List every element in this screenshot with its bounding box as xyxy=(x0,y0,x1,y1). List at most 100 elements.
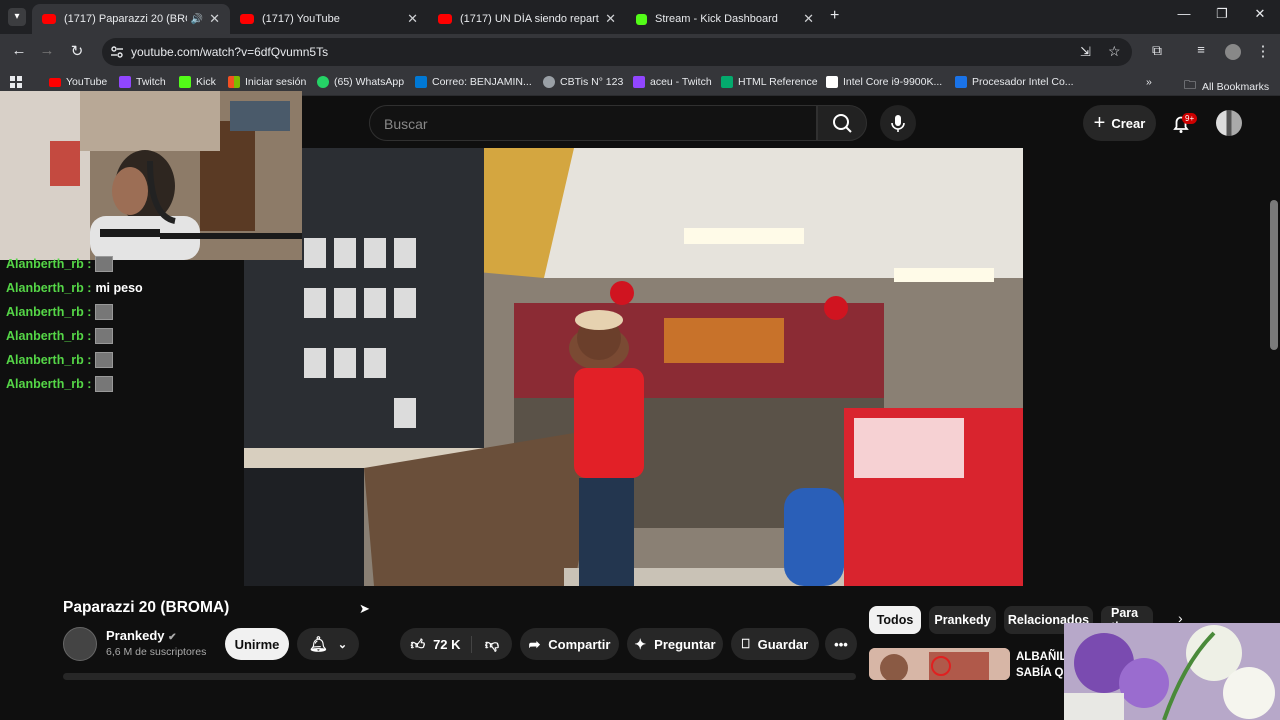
flower-overlay-image xyxy=(1064,623,1280,720)
video-frame-store-scene xyxy=(244,148,1023,586)
all-bookmarks[interactable]: 🗀 All Bookmarks xyxy=(1184,76,1269,97)
chat-emote xyxy=(95,256,114,272)
amazon-icon xyxy=(826,76,838,88)
folder-icon: 🗀 xyxy=(1184,78,1197,92)
tab-title: (1717) UN DÍA siendo repartido xyxy=(460,13,600,25)
url-text: youtube.com/watch?v=6dfQvumn5Ts xyxy=(131,45,329,59)
search-button[interactable] xyxy=(817,105,867,141)
tab-youtube[interactable]: (1717) YouTube ✕ xyxy=(230,4,428,34)
create-label: Crear xyxy=(1111,115,1146,131)
more-bookmarks-icon[interactable]: » xyxy=(1146,76,1152,88)
more-horizontal-icon: ••• xyxy=(834,636,848,652)
stream-chat: Alanberth_rb : Alanberth_rb : mi peso Ala… xyxy=(0,252,244,396)
chat-username[interactable]: Alanberth_rb : xyxy=(6,353,91,367)
bookmark-kick[interactable]: Kick xyxy=(179,76,216,88)
speaker-icon[interactable]: 🔊 xyxy=(191,14,203,25)
dislike-button[interactable]: 👎︎ xyxy=(472,636,512,653)
bookmark-html-reference[interactable]: HTML Reference xyxy=(721,76,818,88)
chat-emote xyxy=(95,376,114,392)
more-actions-button[interactable]: ••• xyxy=(825,628,857,660)
bookmark-aceu[interactable]: aceu - Twitch xyxy=(633,76,712,88)
bookmark-label: CBTis N° 123 xyxy=(560,76,624,88)
save-button[interactable]: ⎕ Guardar xyxy=(731,628,819,660)
search-placeholder: Buscar xyxy=(384,116,428,132)
bookmark-login[interactable]: Iniciar sesión xyxy=(228,76,306,88)
bookmark-procesador[interactable]: Procesador Intel Co... xyxy=(955,76,1074,88)
chat-username[interactable]: Alanberth_rb : xyxy=(6,257,91,271)
kick-icon xyxy=(179,76,191,88)
search-input[interactable]: Buscar xyxy=(369,105,817,141)
close-tab-icon[interactable]: ✕ xyxy=(803,11,814,27)
create-button[interactable]: + Crear xyxy=(1083,105,1156,141)
apps-grid-icon[interactable] xyxy=(10,76,22,88)
tab-paparazzi[interactable]: (1717) Paparazzi 20 (BROMA 🔊 ✕ xyxy=(32,4,230,34)
close-window-icon[interactable]: ✕ xyxy=(1242,6,1278,22)
chat-message: Alanberth_rb : xyxy=(0,300,244,324)
bookmark-label: (65) WhatsApp xyxy=(334,76,405,88)
channel-name[interactable]: Prankedy ✔ xyxy=(106,628,177,643)
like-button[interactable]: 👍︎ 72 K xyxy=(400,635,472,653)
tab-title: Stream - Kick Dashboard xyxy=(655,13,778,25)
chat-username[interactable]: Alanberth_rb : xyxy=(6,329,91,343)
extensions-icon[interactable]: ⧉ xyxy=(1146,42,1168,59)
media-control-icon[interactable]: ≡ xyxy=(1190,42,1212,57)
bookmark-cbtis[interactable]: CBTis N° 123 xyxy=(543,76,623,88)
subscriber-count: 6,6 M de suscriptores xyxy=(106,646,207,658)
bookmark-label: aceu - Twitch xyxy=(650,76,712,88)
bookmark-star-icon[interactable]: ☆ xyxy=(1108,43,1121,60)
close-tab-icon[interactable]: ✕ xyxy=(605,11,616,27)
chip-todos[interactable]: Todos xyxy=(869,606,921,634)
bookmark-mail[interactable]: Correo: BENJAMIN... xyxy=(415,76,532,88)
close-tab-icon[interactable]: ✕ xyxy=(209,11,220,27)
share-button[interactable]: ➦ Compartir xyxy=(520,628,619,660)
menu-icon[interactable]: ⋮ xyxy=(1252,42,1274,60)
w3schools-icon xyxy=(721,76,733,88)
bookmark-youtube[interactable]: YouTube xyxy=(49,76,107,88)
install-app-icon[interactable]: ⇲ xyxy=(1080,44,1091,60)
video-title: Paparazzi 20 (BROMA) xyxy=(63,599,230,616)
channel-avatar[interactable] xyxy=(63,627,97,661)
chip-prankedy[interactable]: Prankedy xyxy=(929,606,996,634)
profile-avatar[interactable] xyxy=(1225,44,1241,60)
chat-message: Alanberth_rb : xyxy=(0,372,244,396)
chat-emote xyxy=(95,304,114,320)
new-tab-icon[interactable]: + xyxy=(830,7,839,25)
close-tab-icon[interactable]: ✕ xyxy=(407,11,418,27)
thumbs-up-icon: 👍︎ xyxy=(410,635,426,652)
bookmark-intel-core[interactable]: Intel Core i9-9900K... xyxy=(826,76,942,88)
subscription-notifications-button[interactable]: 🔔︎ ⌄ xyxy=(297,628,359,660)
site-info-icon[interactable] xyxy=(110,45,124,59)
address-bar[interactable]: youtube.com/watch?v=6dfQvumn5Ts ⇲ ☆ xyxy=(102,38,1132,66)
tab-un-dia[interactable]: (1717) UN DÍA siendo repartido ✕ xyxy=(428,4,626,34)
ask-button[interactable]: ✦ Preguntar xyxy=(627,628,723,660)
bookmark-label: Correo: BENJAMIN... xyxy=(432,76,532,88)
share-label: Compartir xyxy=(548,636,611,652)
microsoft-icon xyxy=(228,76,240,88)
chat-emote xyxy=(95,328,114,344)
chat-username[interactable]: Alanberth_rb : xyxy=(6,281,91,295)
join-button[interactable]: Unirme xyxy=(225,628,289,660)
account-avatar[interactable] xyxy=(1216,110,1242,136)
like-count: 72 K xyxy=(433,636,461,652)
bookmark-label: Kick xyxy=(196,76,216,88)
minimize-icon[interactable]: — xyxy=(1166,6,1202,21)
chat-username[interactable]: Alanberth_rb : xyxy=(6,377,91,391)
tab-search-button[interactable]: ▾ xyxy=(8,8,26,26)
video-player[interactable] xyxy=(244,148,1023,586)
document-icon xyxy=(955,76,967,88)
page-scrollbar[interactable] xyxy=(1270,200,1278,350)
forward-icon[interactable]: → xyxy=(36,42,58,59)
streamer-webcam xyxy=(0,91,302,260)
bookmark-twitch[interactable]: Twitch xyxy=(119,76,166,88)
chat-username[interactable]: Alanberth_rb : xyxy=(6,305,91,319)
tab-kick-dashboard[interactable]: Stream - Kick Dashboard ✕ xyxy=(626,4,824,34)
voice-search-button[interactable] xyxy=(880,105,916,141)
description-box[interactable] xyxy=(63,673,856,680)
maximize-icon[interactable]: ❐ xyxy=(1204,6,1240,22)
bookmark-whatsapp[interactable]: (65) WhatsApp xyxy=(317,76,404,88)
bookmark-label: Procesador Intel Co... xyxy=(972,76,1074,88)
back-icon[interactable]: ← xyxy=(8,42,30,59)
verified-icon: ✔ xyxy=(168,632,177,643)
recommended-video-thumbnail[interactable] xyxy=(869,648,1010,680)
reload-icon[interactable]: ↻ xyxy=(66,42,88,60)
